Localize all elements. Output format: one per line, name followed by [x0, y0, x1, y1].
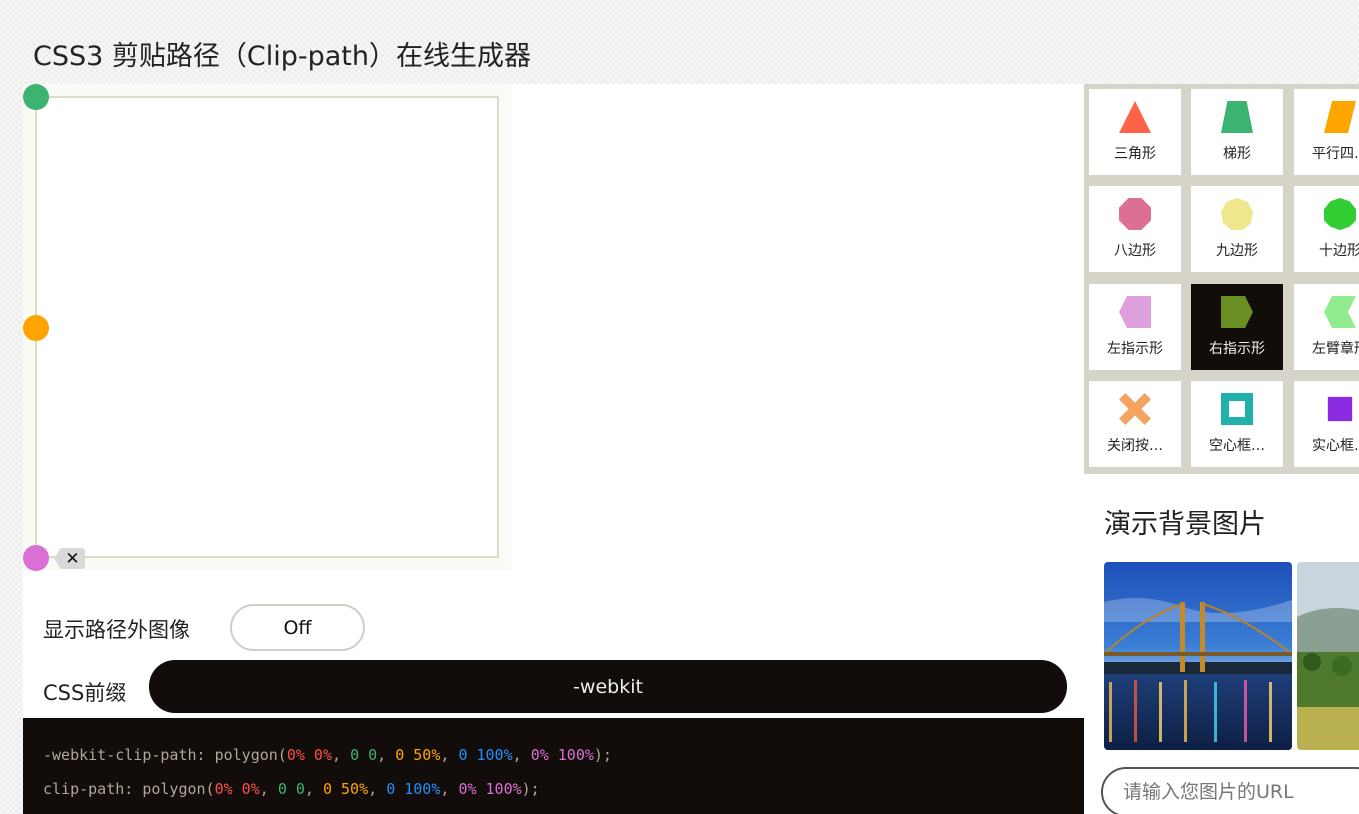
- close-shape-icon: [1119, 393, 1151, 425]
- backgrounds-heading: 演示背景图片: [1104, 509, 1266, 540]
- show-outside-toggle[interactable]: Off: [230, 604, 365, 651]
- octagon-icon: [1119, 198, 1151, 230]
- page-title: CSS3 剪贴路径（Clip-path）在线生成器: [33, 41, 532, 72]
- clip-preview-box[interactable]: [35, 96, 499, 558]
- prefix-toggle-button[interactable]: -webkit: [149, 660, 1067, 713]
- shape-label: 右指示形: [1209, 341, 1265, 357]
- nonagon-icon: [1221, 198, 1253, 230]
- shape-label: 左指示形: [1107, 341, 1163, 357]
- shape-label: 关闭按…: [1107, 438, 1163, 454]
- shape-label: 八边形: [1114, 243, 1156, 259]
- frame-icon: [1221, 393, 1253, 425]
- shape-preset-square[interactable]: 实心框…: [1294, 381, 1359, 467]
- code-separator: ,: [259, 780, 278, 798]
- code-property: clip-path: polygon(: [43, 780, 215, 798]
- image-url-input[interactable]: [1101, 767, 1359, 814]
- decagon-icon: [1324, 198, 1356, 230]
- code-suffix: );: [593, 746, 612, 764]
- bridge-night-thumbnail[interactable]: [1104, 562, 1292, 750]
- shape-preset-nonagon[interactable]: 九边形: [1191, 186, 1283, 272]
- code-line-standard: clip-path: polygon(0% 0%, 0 0, 0 50%, 0 …: [43, 772, 1064, 806]
- countryside-thumbnail[interactable]: [1297, 562, 1359, 750]
- shape-label: 左臂章形: [1312, 341, 1359, 357]
- prefix-label: CSS前缀: [43, 681, 127, 705]
- shape-label: 十边形: [1319, 243, 1359, 259]
- shape-preset-frame[interactable]: 空心框…: [1191, 381, 1283, 467]
- shape-label: 空心框…: [1209, 438, 1265, 454]
- shape-preset-left-chevron[interactable]: 左臂章形: [1294, 284, 1359, 370]
- code-property: -webkit-clip-path: polygon(: [43, 746, 287, 764]
- shape-label: 实心框…: [1312, 438, 1359, 454]
- square-icon: [1327, 396, 1353, 422]
- close-icon: ✕: [65, 548, 80, 569]
- shape-preset-parallelogram[interactable]: 平行四…: [1294, 89, 1359, 175]
- code-separator: ,: [440, 780, 459, 798]
- shape-label: 梯形: [1223, 146, 1251, 162]
- code-point-value: 0 100%: [386, 780, 441, 798]
- shape-presets: 三角形 梯形 平行四… 八边形 九边形 十边形左指示形 右指示形 左臂章形关闭按… 空心框… 实心…: [1084, 84, 1359, 474]
- code-point-value: 0 50%: [322, 780, 369, 798]
- shape-preset-decagon[interactable]: 十边形: [1294, 186, 1359, 272]
- shape-preset-left-point[interactable]: 左指示形: [1089, 284, 1181, 370]
- code-suffix: );: [521, 780, 540, 798]
- code-separator: ,: [377, 746, 396, 764]
- code-point-value: 0% 0%: [286, 746, 332, 764]
- code-separator: ,: [512, 746, 531, 764]
- clip-editor[interactable]: [23, 84, 511, 570]
- shape-preset-right-point[interactable]: 右指示形: [1191, 284, 1283, 370]
- point-2-handle[interactable]: [23, 315, 49, 341]
- code-point-value: 0 50%: [395, 746, 441, 764]
- css-output[interactable]: -webkit-clip-path: polygon(0% 0%, 0 0, 0…: [23, 718, 1084, 814]
- code-separator: ,: [368, 780, 387, 798]
- left-chevron-icon: [1324, 296, 1356, 328]
- right-point-icon: [1221, 296, 1253, 328]
- code-point-value: 0 0: [350, 746, 378, 764]
- countryside-image: [1297, 562, 1359, 750]
- point-3-handle[interactable]: [23, 545, 49, 571]
- shape-preset-trapezoid[interactable]: 梯形: [1191, 89, 1283, 175]
- code-point-value: 0 0: [277, 780, 305, 798]
- shape-preset-octagon[interactable]: 八边形: [1089, 186, 1181, 272]
- left-point-icon: [1119, 296, 1151, 328]
- code-line-webkit: -webkit-clip-path: polygon(0% 0%, 0 0, 0…: [43, 738, 1064, 772]
- code-separator: ,: [332, 746, 351, 764]
- shape-label: 三角形: [1114, 146, 1156, 162]
- show-outside-label: 显示路径外图像: [43, 618, 190, 642]
- shape-label: 平行四…: [1312, 146, 1359, 162]
- triangle-icon: [1119, 101, 1151, 133]
- code-separator: ,: [304, 780, 323, 798]
- editor-panel: ✕ 显示路径外图像 Off CSS前缀 -webkit -webkit-clip…: [23, 84, 1084, 814]
- point-1-handle[interactable]: [23, 84, 49, 110]
- code-point-value: 0% 100%: [530, 746, 594, 764]
- code-point-value: 0 100%: [458, 746, 513, 764]
- shape-preset-triangle[interactable]: 三角形: [1089, 89, 1181, 175]
- code-separator: ,: [440, 746, 459, 764]
- code-point-value: 0% 0%: [214, 780, 260, 798]
- shape-label: 九边形: [1216, 243, 1258, 259]
- sidebar: 三角形 梯形 平行四… 八边形 九边形 十边形左指示形 右指示形 左臂章形关闭按… 空心框… 实心…: [1084, 84, 1359, 814]
- code-point-value: 0% 100%: [458, 780, 522, 798]
- parallelogram-icon: [1324, 101, 1356, 133]
- shape-preset-close-shape[interactable]: 关闭按…: [1089, 381, 1181, 467]
- bridge-night-image: [1104, 562, 1292, 750]
- trapezoid-icon: [1221, 101, 1253, 133]
